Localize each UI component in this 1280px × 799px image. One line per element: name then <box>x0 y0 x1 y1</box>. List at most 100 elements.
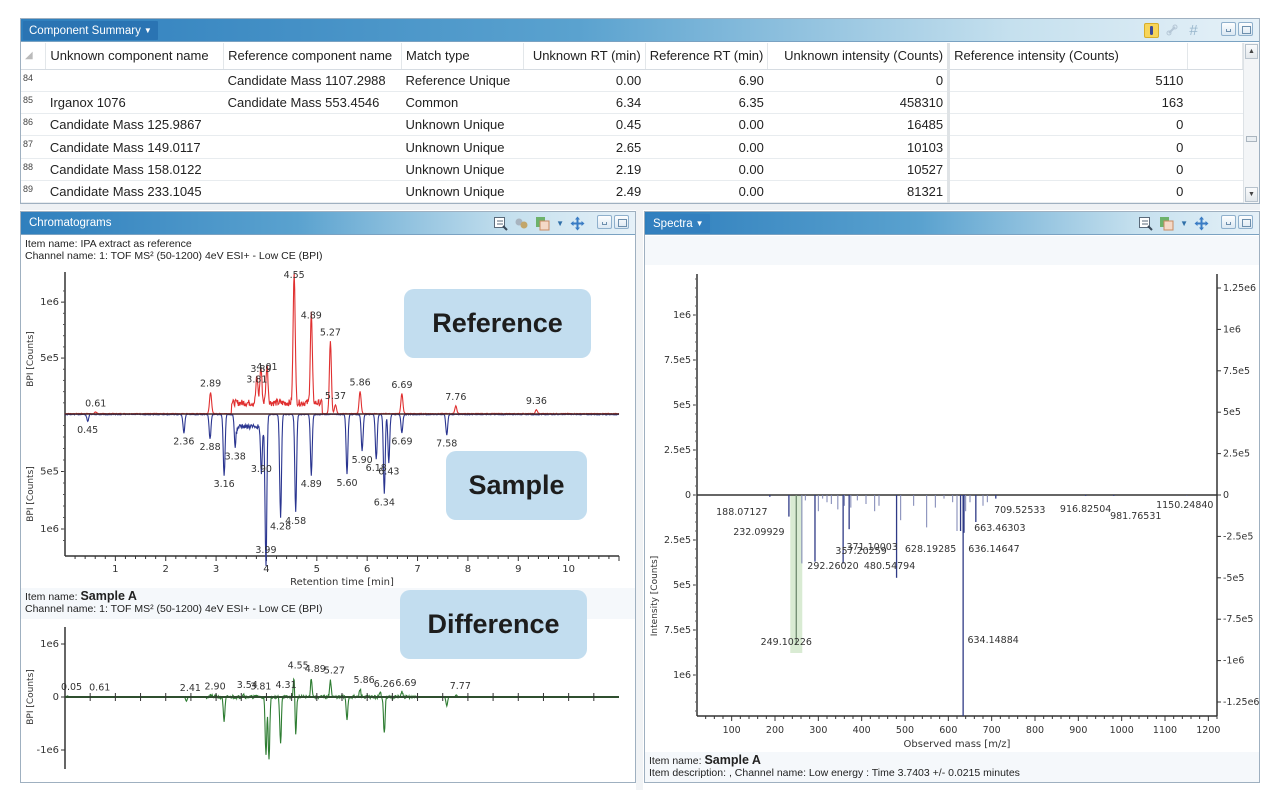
cell-unknown-name[interactable] <box>45 69 224 92</box>
cell-unknown-rt[interactable]: 0.00 <box>523 69 646 92</box>
scroll-down-button[interactable]: ▼ <box>1245 187 1258 202</box>
cell-reference-intensity[interactable]: 0 <box>948 180 1188 203</box>
cell-reference-intensity[interactable]: 0 <box>948 135 1188 159</box>
chevron-down-icon[interactable]: ▼ <box>556 219 564 228</box>
table-row[interactable]: 85 Irganox 1076 Candidate Mass 553.4546 Com… <box>21 91 1243 115</box>
vertical-splitter[interactable] <box>636 210 643 790</box>
row-index[interactable]: 87 <box>21 135 46 159</box>
cell-unknown-intensity[interactable]: 81321 <box>767 180 951 203</box>
cell-unknown-rt[interactable]: 0.45 <box>523 113 646 137</box>
cell-match-type[interactable]: Unknown Unique <box>401 113 524 137</box>
cell-unknown-name[interactable]: Irganox 1076 <box>45 91 224 115</box>
cell-reference-name[interactable]: Candidate Mass 553.4546 <box>223 91 402 115</box>
table-row[interactable]: 88 Candidate Mass 158.0122 Unknown Unique 2… <box>21 158 1243 181</box>
column-header[interactable]: Unknown RT (min) <box>523 43 646 70</box>
cell-reference-rt[interactable]: 6.90 <box>645 69 768 92</box>
move-icon[interactable] <box>1194 216 1209 231</box>
link-icon[interactable] <box>514 216 529 231</box>
cell-unknown-name[interactable]: Candidate Mass 149.0117 <box>45 135 224 159</box>
hash-icon[interactable]: # <box>1186 23 1201 38</box>
cell-unknown-intensity[interactable]: 10527 <box>767 158 951 181</box>
spectra-title: Spectra <box>653 218 693 230</box>
table-row[interactable]: 86 Candidate Mass 125.9867 Unknown Unique 0… <box>21 113 1243 137</box>
cell-reference-rt[interactable]: 0.00 <box>645 135 768 159</box>
row-index[interactable]: 85 <box>21 91 46 115</box>
cell-reference-intensity[interactable]: 0 <box>948 158 1188 181</box>
column-header[interactable]: Reference component name <box>223 43 402 70</box>
minimize-button[interactable] <box>1221 22 1236 36</box>
scroll-up-button[interactable]: ▲ <box>1245 44 1258 59</box>
cell-unknown-rt[interactable]: 2.65 <box>523 135 646 159</box>
cell-unknown-rt[interactable]: 6.34 <box>523 91 646 115</box>
difference-peak-label: 6.26 <box>374 679 395 690</box>
cell-match-type[interactable]: Unknown Unique <box>401 158 524 181</box>
x-tick-label: 500 <box>896 725 914 736</box>
component-summary-title: Component Summary <box>29 25 141 37</box>
cell-reference-name[interactable]: Candidate Mass 1107.2988 <box>223 69 402 92</box>
cell-unknown-name[interactable]: Candidate Mass 158.0122 <box>45 158 224 181</box>
cell-reference-intensity[interactable]: 5110 <box>948 69 1188 92</box>
spectrum-peak-label: 636.14647 <box>968 544 1019 555</box>
cell-reference-name[interactable] <box>223 180 402 203</box>
sample-peak-label: 6.43 <box>378 466 399 477</box>
maximize-button[interactable] <box>1238 22 1253 36</box>
info-icon[interactable] <box>1144 23 1159 38</box>
cell-match-type[interactable]: Reference Unique <box>401 69 524 92</box>
column-header[interactable]: Unknown component name <box>45 43 225 70</box>
reference-peak-label: 5.27 <box>320 327 341 338</box>
link-icon[interactable] <box>1165 23 1180 38</box>
right-y-tick-label: -1e6 <box>1223 656 1244 667</box>
x-axis-label: Retention time [min] <box>290 577 394 586</box>
table-row[interactable]: 89 Candidate Mass 233.1045 Unknown Unique 2… <box>21 180 1243 203</box>
cell-reference-rt[interactable]: 0.00 <box>645 113 768 137</box>
table-row[interactable]: 84 Candidate Mass 1107.2988 Reference Uniq… <box>21 69 1243 92</box>
cell-unknown-intensity[interactable]: 0 <box>767 69 951 92</box>
minimize-button[interactable] <box>1221 215 1236 229</box>
cell-unknown-rt[interactable]: 2.49 <box>523 180 646 203</box>
row-index[interactable]: 88 <box>21 158 46 181</box>
row-index[interactable]: 89 <box>21 180 46 203</box>
column-header[interactable]: Match type <box>401 43 524 70</box>
column-header[interactable]: Reference RT (min) <box>645 43 769 70</box>
zoom-region-icon[interactable] <box>493 216 508 231</box>
spectra-panel: Spectra ▼ ▼ 1e6 7.5e5 5e5 2.5e5 0 2.5e5 5e5 7.5e… <box>644 211 1260 783</box>
cell-unknown-name[interactable]: Candidate Mass 125.9867 <box>45 113 224 137</box>
difference-peak-label: 7.77 <box>450 681 471 692</box>
cell-unknown-name[interactable]: Candidate Mass 233.1045 <box>45 180 224 203</box>
cell-unknown-intensity[interactable]: 458310 <box>767 91 951 115</box>
component-summary-menu[interactable]: Component Summary ▼ <box>23 21 158 40</box>
cell-reference-name[interactable] <box>223 158 402 181</box>
spectra-menu[interactable]: Spectra ▼ <box>647 214 710 233</box>
row-index[interactable]: 86 <box>21 113 46 137</box>
cell-reference-name[interactable] <box>223 113 402 137</box>
export-icon[interactable] <box>535 216 550 231</box>
column-header[interactable]: Unknown intensity (Counts) <box>767 43 951 70</box>
cell-reference-intensity[interactable]: 0 <box>948 113 1188 137</box>
select-all-corner[interactable]: ◢ <box>21 43 47 70</box>
cell-reference-intensity[interactable]: 163 <box>948 91 1188 115</box>
cell-reference-rt[interactable]: 0.00 <box>645 158 768 181</box>
cell-reference-rt[interactable]: 0.00 <box>645 180 768 203</box>
maximize-button[interactable] <box>614 215 629 229</box>
cell-reference-name[interactable] <box>223 135 402 159</box>
cell-unknown-rt[interactable]: 2.19 <box>523 158 646 181</box>
cell-match-type[interactable]: Unknown Unique <box>401 180 524 203</box>
move-icon[interactable] <box>570 216 585 231</box>
mirror-spectrum-plot[interactable]: 1e6 7.5e5 5e5 2.5e5 0 2.5e5 5e5 7.5e5 1e6 1.25e6 1… <box>645 266 1259 752</box>
chevron-down-icon[interactable]: ▼ <box>1180 219 1188 228</box>
table-row[interactable]: 87 Candidate Mass 149.0117 Unknown Unique 2… <box>21 135 1243 159</box>
cell-unknown-intensity[interactable]: 16485 <box>767 113 951 137</box>
zoom-region-icon[interactable] <box>1138 216 1153 231</box>
spectrum-peak-label: 1150.24840 <box>1156 500 1213 511</box>
scroll-thumb[interactable] <box>1246 136 1257 142</box>
table-vertical-scrollbar[interactable]: ▲ ▼ <box>1243 43 1259 203</box>
cell-match-type[interactable]: Unknown Unique <box>401 135 524 159</box>
minimize-button[interactable] <box>597 215 612 229</box>
cell-unknown-intensity[interactable]: 10103 <box>767 135 951 159</box>
export-icon[interactable] <box>1159 216 1174 231</box>
row-index[interactable]: 84 <box>21 69 46 92</box>
cell-reference-rt[interactable]: 6.35 <box>645 91 768 115</box>
maximize-button[interactable] <box>1238 215 1253 229</box>
cell-match-type[interactable]: Common <box>401 91 524 115</box>
column-header[interactable]: Reference intensity (Counts) <box>948 43 1188 70</box>
